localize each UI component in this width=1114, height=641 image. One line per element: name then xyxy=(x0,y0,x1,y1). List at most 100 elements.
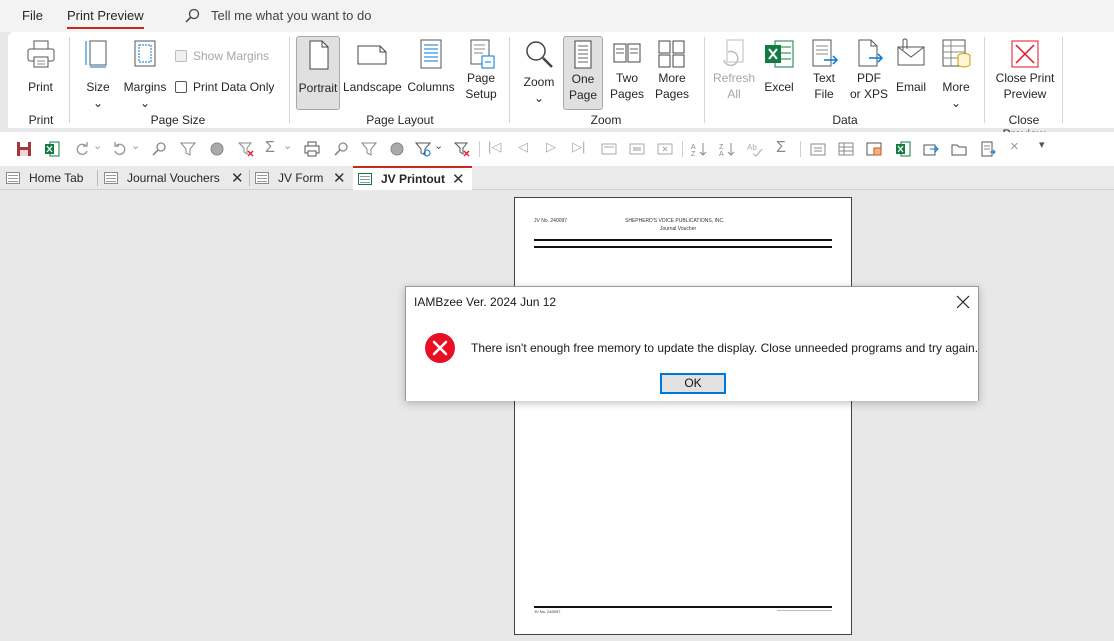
group-data-label: Data xyxy=(832,113,858,127)
clear-filter-icon[interactable] xyxy=(238,141,254,157)
dialog-message: There isn't enough free memory to update… xyxy=(471,341,979,355)
margins-button[interactable]: Margins ⌄ xyxy=(122,38,168,111)
two-pages-button[interactable]: Two Pages xyxy=(608,38,646,102)
filter-icon[interactable] xyxy=(361,141,377,157)
excel-export-button[interactable]: Excel xyxy=(760,38,798,95)
landscape-button[interactable]: Landscape xyxy=(343,38,402,95)
export-icon[interactable] xyxy=(923,141,939,157)
new-record-icon[interactable] xyxy=(601,141,617,157)
page-jv-number: JV No. 240097 xyxy=(534,218,568,224)
text-file-button[interactable]: Text File xyxy=(808,38,840,102)
folder-icon[interactable] xyxy=(951,141,967,157)
sort-ascending-icon[interactable]: AZ xyxy=(691,141,707,157)
more-export-button[interactable]: More ⌄ xyxy=(938,38,974,111)
tell-me-input[interactable]: Tell me what you want to do xyxy=(211,8,371,23)
menu-print-preview[interactable]: Print Preview xyxy=(67,8,144,29)
dialog-body: There isn't enough free memory to update… xyxy=(406,317,978,401)
filter-icon[interactable] xyxy=(180,141,196,157)
clear-filter-icon[interactable] xyxy=(454,141,470,157)
chevron-down-icon: ⌄ xyxy=(950,96,962,110)
landscape-label: Landscape xyxy=(343,80,402,94)
excel-icon[interactable] xyxy=(895,141,911,157)
group-divider xyxy=(509,37,510,123)
save-icon[interactable] xyxy=(16,141,32,157)
record-icon[interactable] xyxy=(389,141,405,157)
totals-icon[interactable]: Σ xyxy=(776,139,792,156)
page-doc-title: Journal Voucher xyxy=(660,226,697,232)
sort-descending-icon[interactable]: ZA xyxy=(719,141,735,157)
page-setup-button[interactable]: Page Setup xyxy=(461,38,501,102)
zoom-button[interactable]: Zoom ⌄ xyxy=(518,38,560,106)
search-icon[interactable] xyxy=(184,8,200,24)
chevron-down-icon[interactable]: ⌄ xyxy=(434,139,450,155)
tab-journal-vouchers[interactable]: Journal Vouchers ✕ xyxy=(104,166,248,190)
form-icon[interactable] xyxy=(629,141,645,157)
text-file-label-2: File xyxy=(814,87,834,101)
page-footer-right xyxy=(777,610,832,611)
refresh-all-button[interactable]: Refresh All xyxy=(711,38,757,102)
spelling-icon[interactable]: Ab xyxy=(747,141,763,157)
print-data-only-checkbox[interactable]: Print Data Only xyxy=(175,80,274,94)
excel-icon[interactable] xyxy=(44,141,60,157)
one-page-button[interactable]: One Page xyxy=(563,36,603,110)
portrait-button[interactable]: Portrait xyxy=(296,36,340,110)
table-icon[interactable] xyxy=(838,141,854,157)
redo-icon[interactable] xyxy=(74,141,90,157)
close-icon[interactable]: ✕ xyxy=(452,170,465,188)
chevron-down-icon: ⌄ xyxy=(139,96,151,110)
group-divider xyxy=(984,37,985,123)
chevron-down-icon: ⌄ xyxy=(533,91,545,105)
last-record-icon[interactable]: ▷| xyxy=(572,139,588,155)
page-setup-label-2: Setup xyxy=(465,87,497,101)
close-icon[interactable] xyxy=(954,293,972,311)
close-print-preview-button[interactable]: Close Print Preview xyxy=(990,38,1060,102)
advanced-filter-icon[interactable] xyxy=(415,141,431,157)
menu-file[interactable]: File xyxy=(22,8,43,23)
text-file-label-1: Text xyxy=(812,71,835,85)
refresh-icon xyxy=(723,39,744,67)
chevron-down-icon[interactable]: ⌄ xyxy=(131,139,147,155)
close-icon[interactable]: ✕ xyxy=(333,169,346,187)
tab-jv-form[interactable]: JV Form ✕ xyxy=(255,166,351,190)
printer-icon[interactable] xyxy=(304,141,320,157)
pdf-xps-button[interactable]: PDF or XPS xyxy=(846,38,892,102)
columns-button[interactable]: Columns xyxy=(404,38,458,95)
report-view-icon[interactable] xyxy=(810,141,826,157)
zoom-icon xyxy=(526,41,553,68)
chevron-down-icon[interactable]: ⌄ xyxy=(283,139,299,155)
print-button[interactable]: Print xyxy=(18,38,63,95)
group-print-label: Print xyxy=(28,113,54,127)
size-button[interactable]: Size ⌄ xyxy=(80,38,116,111)
report-icon xyxy=(358,173,372,185)
show-margins-checkbox[interactable]: Show Margins xyxy=(175,49,269,63)
find-icon[interactable] xyxy=(151,141,167,157)
tab-jv-printout[interactable]: JV Printout ✕ xyxy=(353,166,472,190)
email-label: Email xyxy=(895,80,926,94)
tab-home[interactable]: Home Tab xyxy=(6,166,98,190)
find-icon[interactable] xyxy=(333,141,349,157)
chevron-down-icon: ⌄ xyxy=(92,96,104,110)
close-preview-label-1: Close Print xyxy=(995,71,1055,85)
toolbar-divider xyxy=(479,141,480,157)
ok-button[interactable]: OK xyxy=(660,373,726,394)
document-icon[interactable] xyxy=(980,141,996,157)
chevron-down-icon[interactable]: ⌄ xyxy=(93,139,109,155)
previous-record-icon[interactable]: ◁ xyxy=(518,139,534,155)
close-icon[interactable]: × xyxy=(1010,138,1026,155)
form-icon xyxy=(255,172,269,184)
email-button[interactable]: Email xyxy=(894,38,928,95)
query-icon[interactable] xyxy=(866,141,882,157)
next-record-icon[interactable]: ▷ xyxy=(546,139,562,155)
delete-record-icon[interactable] xyxy=(657,141,673,157)
close-icon[interactable]: ✕ xyxy=(231,169,244,187)
quick-access-toolbar: ⌄ ⌄ Σ ⌄ ⌄ |◁ ◁ ▷ ▷| AZ ZA Ab Σ × ▾ xyxy=(0,132,1114,166)
customize-toolbar-icon[interactable]: ▾ xyxy=(1039,138,1055,154)
undo-icon[interactable] xyxy=(112,141,128,157)
record-icon[interactable] xyxy=(209,141,225,157)
dialog-titlebar[interactable]: IAMBzee Ver. 2024 Jun 12 xyxy=(406,287,978,317)
sum-icon[interactable]: Σ xyxy=(265,139,281,156)
more-pages-button[interactable]: More Pages xyxy=(649,38,695,102)
first-record-icon[interactable]: |◁ xyxy=(488,139,504,155)
columns-icon xyxy=(420,39,442,69)
error-dialog: IAMBzee Ver. 2024 Jun 12 There isn't eno… xyxy=(405,286,979,401)
